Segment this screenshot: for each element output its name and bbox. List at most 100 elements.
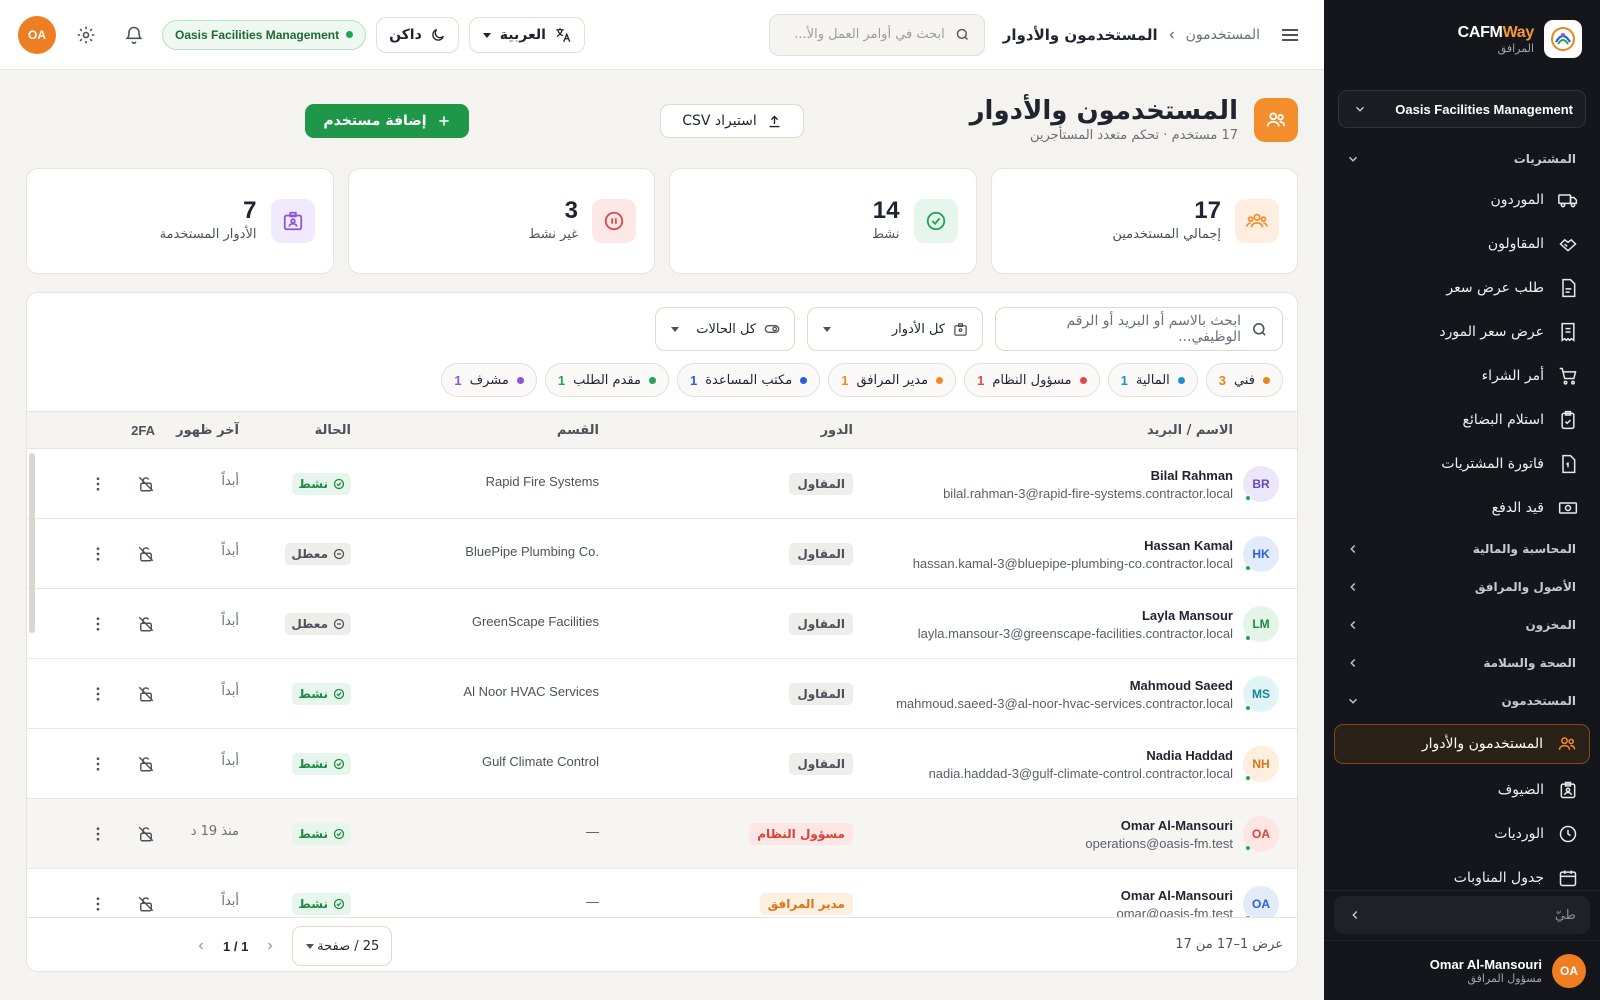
sidebar-group-finance[interactable]: المحاسبة والمالية [1324,530,1600,568]
table-header: الاسم / البريد الدور القسم الحالة آخر ظه… [27,411,1297,449]
role-chip-facility-manager[interactable]: مدير المرافق 1 [828,363,957,397]
user-name[interactable]: Omar Al-Mansouri [1121,888,1233,903]
role-chip-system-admin[interactable]: مسؤول النظام 1 [964,363,1100,397]
add-user-button[interactable]: إضافة مستخدم [305,104,469,138]
column-header-last-seen[interactable]: آخر ظهور [176,423,239,438]
last-seen-cell: أبداً [221,614,239,629]
more-actions-icon[interactable] [89,545,107,563]
import-csv-label: استيراد CSV [682,113,757,129]
org-badge[interactable]: Oasis Facilities Management [162,19,367,50]
sidebar-item-purchase-invoice[interactable]: فاتورة المشتريات [1324,442,1600,486]
sidebar-group-procurement[interactable]: المشتريات [1324,140,1600,178]
last-seen-cell: أبداً [221,684,239,699]
user-name[interactable]: Nadia Haddad [1146,748,1233,763]
sidebar-item-goods-receipt[interactable]: استلام البضائع [1324,398,1600,442]
breadcrumb: المستخدمون المستخدمون والأدوار [1003,26,1260,44]
role-filter-label: كل الأدوار [891,321,945,337]
column-header-dept[interactable]: القسم [557,423,599,438]
breadcrumb-parent[interactable]: المستخدمون [1186,27,1260,43]
sidebar-item-label: أمر الشراء [1481,368,1544,384]
sidebar-group-inventory[interactable]: المخزون [1324,606,1600,644]
sidebar-item-supplier-quote[interactable]: عرض سعر المورد [1324,310,1600,354]
column-header-role[interactable]: الدور [821,423,853,438]
stat-value: 14 [872,197,900,224]
sidebar-item-roster[interactable]: جدول المناوبات [1324,856,1600,900]
sidebar-item-users-roles[interactable]: المستخدمون والأدوار [1334,724,1590,764]
avatar-initials: NH [1252,757,1270,771]
status-label: نشط [298,687,328,701]
column-header-status[interactable]: الحالة [315,423,351,438]
last-seen-cell: أبداً [221,754,239,769]
more-actions-icon[interactable] [89,685,107,703]
page-indicator: 1 / 1 [223,938,249,954]
caret-down-icon [305,941,315,951]
prev-page-button[interactable] [264,940,276,952]
table-row[interactable]: NH Nadia Haddad nadia.haddad-3@gulf-climat… [27,729,1297,799]
role-chip-supervisor[interactable]: مشرف 1 [441,363,537,397]
import-csv-button[interactable]: استيراد CSV [660,104,804,138]
user-name[interactable]: Bilal Rahman [1151,468,1233,483]
sidebar-item-suppliers[interactable]: الموردون [1324,178,1600,222]
sidebar-group-label: الأصول والمرافق [1474,580,1576,594]
role-chip-helpdesk[interactable]: مكتب المساعدة 1 [676,363,821,397]
upload-icon [767,114,782,129]
sidebar-collapse-button[interactable]: طيّ [1334,896,1590,934]
page-size-select[interactable]: 25 / صفحة [292,926,393,966]
user-name[interactable]: Omar Al-Mansouri [1121,818,1233,833]
sidebar-item-shifts[interactable]: الورديات [1324,812,1600,856]
user-name[interactable]: Hassan Kamal [1144,538,1233,553]
org-switcher[interactable]: Oasis Facilities Management [1338,90,1586,128]
user-search-input[interactable]: ابحث بالاسم أو البريد أو الرقم الوظيفي..… [995,307,1283,351]
sidebar-user-name: Omar Al-Mansouri [1429,956,1542,972]
status-label: نشط [298,477,328,491]
table-row[interactable]: BR Bilal Rahman bilal.rahman-3@rapid-fire-… [27,449,1297,519]
sidebar-user[interactable]: OA Omar Al-Mansouri مسؤول المرافق [1324,940,1600,1000]
more-actions-icon[interactable] [89,475,107,493]
menu-icon[interactable] [1278,23,1302,47]
sidebar-group-hse[interactable]: الصحة والسلامة [1324,644,1600,682]
sidebar-item-guests[interactable]: الضيوف [1324,768,1600,812]
more-actions-icon[interactable] [89,825,107,843]
avatar[interactable]: OA [18,15,56,54]
global-search-input[interactable]: ابحث في أوامر العمل والأ... [768,13,985,56]
table-row[interactable]: HK Hassan Kamal hassan.kamal-3@bluepipe-pl… [27,519,1297,589]
role-filter-select[interactable]: كل الأدوار [807,307,983,351]
more-actions-icon[interactable] [89,755,107,773]
breadcrumb-current: المستخدمون والأدوار [1002,25,1158,44]
sidebar-group-users[interactable]: المستخدمون [1324,682,1600,720]
gear-icon[interactable] [68,17,104,53]
sidebar-group-assets[interactable]: الأصول والمرافق [1324,568,1600,606]
status-filter-select[interactable]: كل الحالات [655,307,795,351]
bell-icon[interactable] [116,17,152,53]
table-row[interactable]: LM Layla Mansour layla.mansour-3@greenscap… [27,589,1297,659]
sidebar-group-label: المخزون [1525,618,1576,632]
more-actions-icon[interactable] [89,615,107,633]
role-chip-technician[interactable]: فني 3 [1205,363,1283,397]
sidebar-item-rfq[interactable]: طلب عرض سعر [1324,266,1600,310]
next-page-button[interactable] [195,940,207,952]
users-table-card: ابحث بالاسم أو البريد أو الرقم الوظيفي..… [26,292,1298,972]
user-name[interactable]: Mahmoud Saeed [1130,678,1233,693]
sidebar-item-contractors[interactable]: المقاولون [1324,222,1600,266]
sidebar-item-payment-entry[interactable]: قيد الدفع [1324,486,1600,530]
brand-name: CAFMWay [1457,23,1535,41]
table-row[interactable]: OA Omar Al-Mansouri operations@oasis-fm.te… [27,799,1297,869]
user-name[interactable]: Layla Mansour [1142,608,1233,623]
sidebar-group-label: المستخدمون [1501,694,1576,708]
table-row[interactable]: OA Omar Al-Mansouri omar@oasis-fm.test مدير… [27,869,1297,921]
sidebar-item-purchase-order[interactable]: أمر الشراء [1324,354,1600,398]
theme-toggle[interactable]: داكن [376,16,459,53]
online-dot-icon [1245,565,1251,571]
brand[interactable]: CAFMWay المرافق [1324,0,1600,78]
role-chip-requester[interactable]: مقدم الطلب 1 [544,363,669,397]
column-header-2fa: 2FA [131,423,155,438]
table-row[interactable]: MS Mahmoud Saeed mahmoud.saeed-3@al-noor-h… [27,659,1297,729]
add-user-label: إضافة مستخدم [323,113,427,129]
global-search-placeholder: ابحث في أوامر العمل والأ... [794,27,945,42]
language-select[interactable]: العربية [468,16,585,53]
more-actions-icon[interactable] [89,895,107,913]
column-header-name[interactable]: الاسم / البريد [1147,423,1233,438]
table-scrollbar[interactable] [29,453,35,633]
role-chip-finance[interactable]: المالية 1 [1107,363,1198,397]
status-badge: نشط [292,823,351,845]
